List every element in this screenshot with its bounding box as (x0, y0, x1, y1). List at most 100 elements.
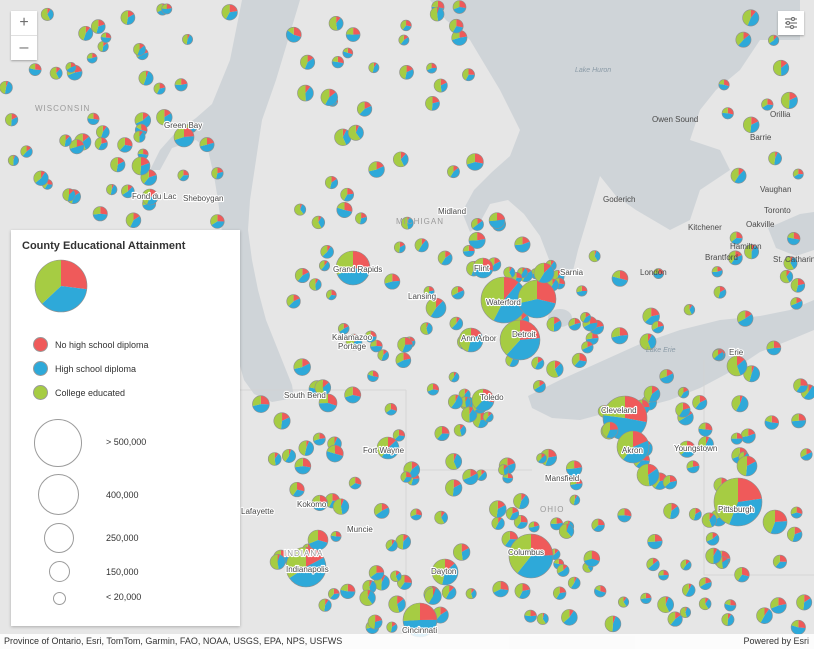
place-label: Flint (474, 264, 490, 273)
county-pie (662, 475, 678, 490)
place-label: Mansfield (545, 474, 579, 483)
county-pie (368, 565, 385, 581)
county-pie (347, 124, 364, 141)
county-pie (514, 236, 531, 253)
county-pie (399, 64, 414, 80)
county-pie (721, 107, 734, 120)
place-label: Portage (338, 342, 367, 351)
county-pie (640, 592, 652, 605)
legend-panel: County Educational Attainment No high sc… (11, 230, 240, 626)
swatch-icon (33, 361, 48, 376)
size-ring-icon (49, 561, 70, 582)
county-pie (426, 383, 440, 396)
county-pie (499, 319, 541, 361)
county-pie (766, 340, 782, 356)
county-pie (87, 112, 100, 126)
place-label: Erie (729, 348, 744, 357)
place-label: Lafayette (241, 507, 274, 516)
county-pie (736, 310, 754, 327)
layer-settings-button[interactable] (778, 11, 804, 35)
county-pie (356, 101, 373, 117)
county-pie (324, 175, 339, 190)
county-pie (117, 137, 133, 153)
powered-by-link[interactable]: Powered by Esri (743, 636, 809, 646)
county-pie (568, 317, 581, 331)
county-pie (90, 19, 106, 34)
county-pie (514, 583, 531, 599)
place-label: WISCONSIN (35, 104, 90, 113)
county-pie (281, 448, 296, 463)
place-label: Kalamazoo (332, 333, 373, 342)
county-pie (680, 559, 692, 571)
place-label: Indianapolis (286, 565, 329, 574)
county-pie (581, 341, 594, 354)
county-pie (273, 412, 291, 430)
county-pie (449, 18, 464, 34)
county-pie (199, 137, 215, 153)
county-pie (133, 130, 146, 143)
county-pie (448, 371, 460, 383)
size-ring-icon (38, 474, 79, 515)
zoom-out-button[interactable]: – (11, 35, 37, 60)
county-pie (742, 116, 760, 134)
zoom-in-button[interactable]: + (11, 11, 37, 35)
county-pie (331, 56, 344, 69)
county-pie (686, 460, 700, 474)
county-pie (0, 80, 13, 95)
county-pie (790, 506, 803, 519)
county-pie (787, 231, 801, 246)
size-label: 250,000 (106, 533, 139, 543)
size-label: < 20,000 (106, 592, 142, 602)
county-pie (465, 588, 477, 600)
county-pie (437, 250, 453, 266)
county-pie (683, 304, 696, 316)
size-label: 400,000 (106, 490, 139, 500)
county-pie (420, 322, 433, 335)
place-label: St. Catharines (773, 255, 814, 264)
county-pie (133, 43, 146, 56)
county-pie (452, 543, 471, 561)
county-pie (604, 615, 622, 633)
place-label: Hamilton (730, 242, 762, 251)
county-pie (65, 62, 77, 73)
place-label: Midland (438, 207, 466, 216)
attribution-bar: Province of Ontario, Esri, TomTom, Garmi… (0, 634, 814, 649)
county-pie (724, 599, 737, 612)
county-pie (59, 134, 72, 147)
county-pie (78, 25, 94, 41)
county-pie (445, 479, 463, 497)
county-pie (390, 570, 402, 582)
county-pie (173, 126, 195, 148)
county-pie (517, 279, 557, 319)
county-pie (269, 554, 286, 570)
county-pie (712, 349, 724, 361)
county-pie (611, 270, 629, 287)
county-pie (7, 154, 20, 166)
county-pie (698, 577, 712, 591)
legend-pie-icon (34, 259, 88, 313)
county-pie (429, 6, 445, 22)
county-pie (764, 415, 779, 430)
county-pie (713, 477, 763, 527)
county-pie (567, 576, 581, 590)
county-pie (617, 596, 630, 608)
county-pie (289, 481, 305, 498)
county-pie (342, 47, 354, 59)
county-pie (393, 241, 406, 254)
county-pie (267, 452, 282, 466)
county-pie (92, 206, 108, 222)
place-label: Kitchener (688, 223, 722, 232)
county-pie (384, 403, 398, 416)
attribution-text[interactable]: Province of Ontario, Esri, TomTom, Garmi… (4, 636, 342, 646)
county-pie (556, 564, 570, 577)
county-pie (528, 521, 540, 533)
county-pie (447, 165, 460, 179)
county-pie (462, 68, 475, 82)
county-pie (400, 19, 412, 32)
county-pie (345, 27, 361, 42)
county-pie (677, 386, 690, 399)
county-pie (86, 52, 98, 64)
place-label: Oakville (746, 220, 775, 229)
county-pie (705, 547, 722, 565)
county-pie (726, 355, 748, 377)
